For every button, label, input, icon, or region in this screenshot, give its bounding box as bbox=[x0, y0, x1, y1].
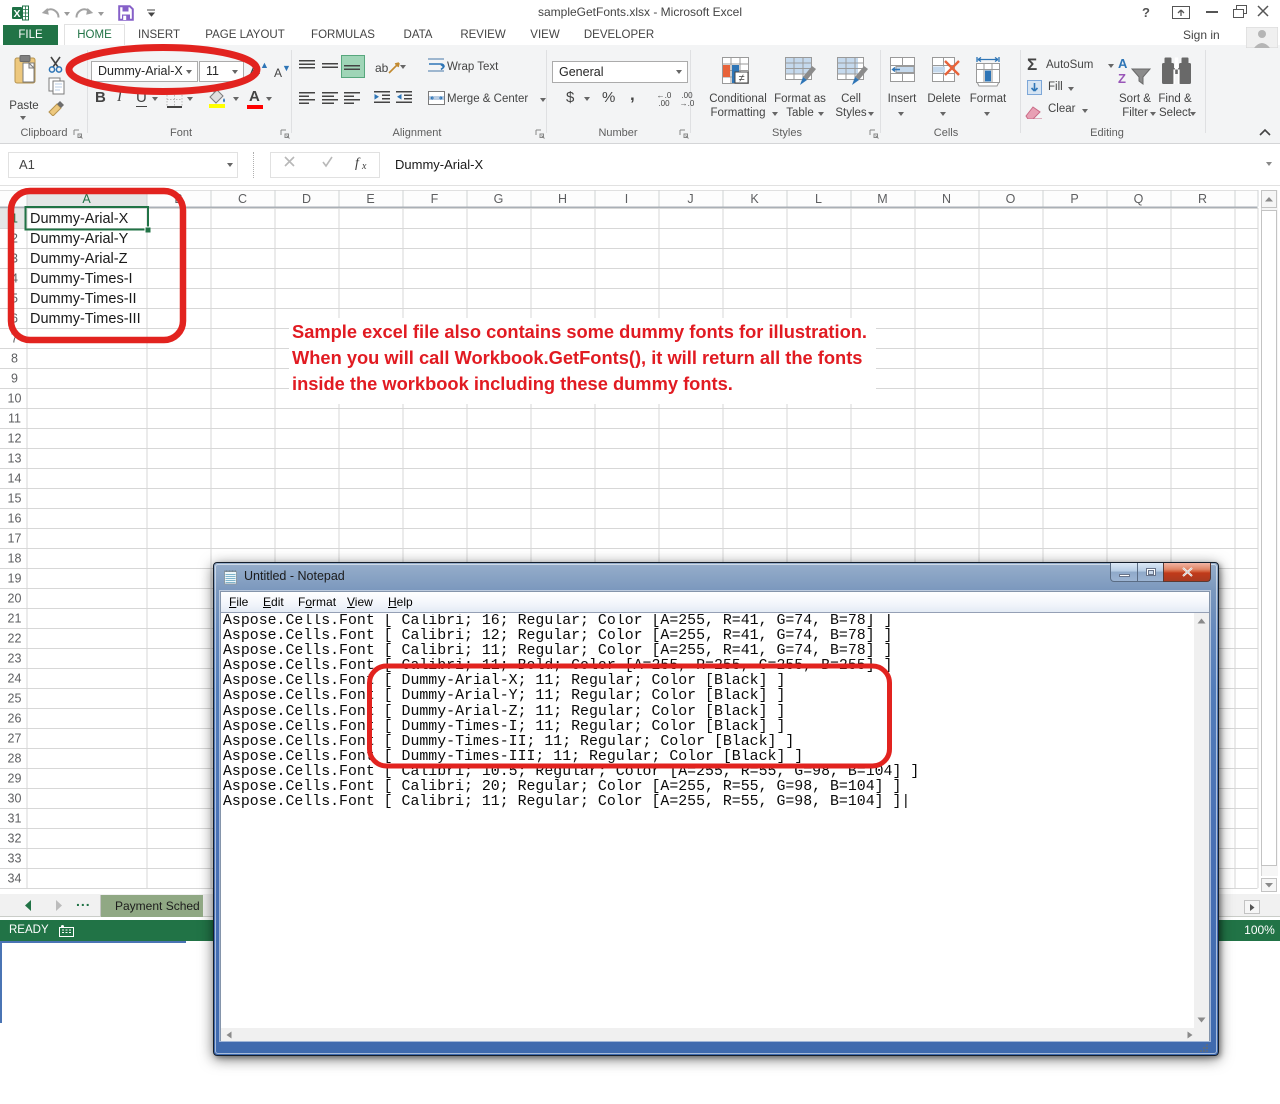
svg-text:32: 32 bbox=[8, 832, 22, 846]
svg-text:3: 3 bbox=[11, 252, 18, 266]
svg-text:R: R bbox=[1198, 192, 1207, 206]
svg-text:N: N bbox=[942, 192, 951, 206]
svg-text:Q: Q bbox=[1134, 192, 1144, 206]
svg-text:F: F bbox=[431, 192, 439, 206]
svg-text:Dummy-Arial-X: Dummy-Arial-X bbox=[30, 211, 129, 227]
svg-text:L: L bbox=[815, 192, 822, 206]
svg-text:.00: .00 bbox=[658, 99, 670, 107]
svg-text:A: A bbox=[82, 192, 91, 206]
svg-text:22: 22 bbox=[8, 632, 22, 646]
svg-text:J: J bbox=[687, 192, 693, 206]
svg-text:A: A bbox=[1118, 56, 1128, 71]
svg-text:19: 19 bbox=[8, 572, 22, 586]
svg-text:33: 33 bbox=[8, 852, 22, 866]
svg-text:7: 7 bbox=[11, 332, 18, 346]
svg-text:Dummy-Arial-Y: Dummy-Arial-Y bbox=[30, 231, 129, 247]
svg-text:Dummy-Times-III: Dummy-Times-III bbox=[30, 311, 141, 327]
svg-text:23: 23 bbox=[8, 652, 22, 666]
svg-text:x: x bbox=[361, 161, 367, 171]
svg-text:8: 8 bbox=[11, 352, 18, 366]
svg-text:K: K bbox=[750, 192, 759, 206]
svg-text:2: 2 bbox=[11, 232, 18, 246]
svg-text:9: 9 bbox=[11, 372, 18, 386]
svg-text:11: 11 bbox=[8, 412, 21, 426]
svg-text:10: 10 bbox=[8, 392, 22, 406]
svg-text:29: 29 bbox=[8, 772, 22, 786]
svg-text:f: f bbox=[355, 156, 361, 171]
svg-text:5: 5 bbox=[11, 292, 18, 306]
svg-text:21: 21 bbox=[8, 612, 22, 626]
svg-text:30: 30 bbox=[8, 792, 22, 806]
svg-text:M: M bbox=[877, 192, 887, 206]
svg-text:ab: ab bbox=[375, 61, 389, 75]
svg-text:1: 1 bbox=[11, 212, 18, 226]
svg-text:Dummy-Times-I: Dummy-Times-I bbox=[30, 271, 133, 287]
svg-text:24: 24 bbox=[8, 672, 22, 686]
svg-text:17: 17 bbox=[8, 532, 22, 546]
svg-text:Z: Z bbox=[1118, 71, 1126, 86]
svg-text:6: 6 bbox=[11, 312, 18, 326]
svg-text:E: E bbox=[366, 192, 374, 206]
svg-text:13: 13 bbox=[8, 452, 22, 466]
svg-text:4: 4 bbox=[11, 272, 18, 286]
svg-text:G: G bbox=[494, 192, 504, 206]
svg-text:26: 26 bbox=[8, 712, 22, 726]
svg-text:D: D bbox=[302, 192, 311, 206]
svg-text:20: 20 bbox=[8, 592, 22, 606]
svg-text:14: 14 bbox=[8, 472, 22, 486]
svg-text:Dummy-Times-II: Dummy-Times-II bbox=[30, 291, 137, 307]
svg-text:27: 27 bbox=[8, 732, 22, 746]
svg-text:15: 15 bbox=[8, 492, 22, 506]
svg-text:C: C bbox=[238, 192, 247, 206]
svg-text:34: 34 bbox=[8, 872, 22, 886]
svg-text:16: 16 bbox=[8, 512, 22, 526]
svg-text:O: O bbox=[1006, 192, 1016, 206]
svg-text:P: P bbox=[1070, 192, 1078, 206]
svg-text:12: 12 bbox=[8, 432, 22, 446]
svg-text:B: B bbox=[174, 192, 182, 206]
svg-text:≠: ≠ bbox=[738, 73, 744, 85]
svg-text:Dummy-Arial-Z: Dummy-Arial-Z bbox=[30, 251, 128, 267]
svg-text:18: 18 bbox=[8, 552, 22, 566]
svg-text:25: 25 bbox=[8, 692, 22, 706]
svg-text:31: 31 bbox=[8, 812, 22, 826]
svg-text:28: 28 bbox=[8, 752, 22, 766]
svg-text:H: H bbox=[558, 192, 567, 206]
svg-text:→.0: →.0 bbox=[680, 99, 695, 107]
svg-text:I: I bbox=[625, 192, 628, 206]
